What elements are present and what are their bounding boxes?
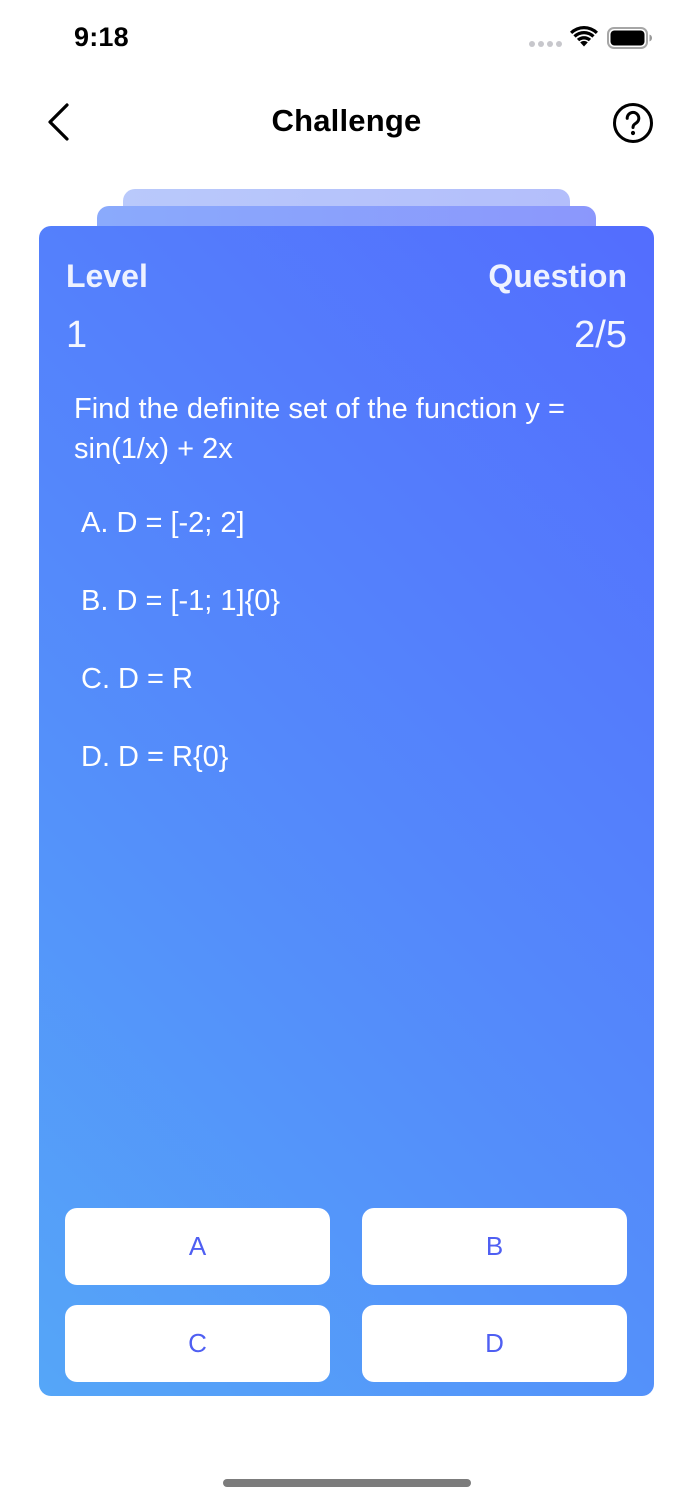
option-c: C. D = R [81,663,193,695]
battery-icon [607,27,652,49]
question-text: Find the definite set of the function y … [74,393,565,465]
options-list: A. D = [-2; 2] B. D = [-1; 1]{0} C. D = … [81,506,621,818]
option-a: A. D = [-2; 2] [81,507,245,539]
help-button[interactable] [612,102,654,144]
answer-a-button[interactable]: A [65,1208,330,1285]
level-label: Level [66,258,148,294]
option-b: B. D = [-1; 1]{0} [81,585,281,617]
question-card: Level 1 Question 2/5 Find the definite s… [39,226,654,1396]
status-bar: 9:18 [0,0,693,80]
question-progress: 2/5 [574,314,627,356]
answer-c-button[interactable]: C [65,1305,330,1382]
cellular-signal-icon [529,41,563,49]
answer-b-button[interactable]: B [362,1208,627,1285]
question-circle-icon [613,103,653,143]
page-title: Challenge [271,103,422,138]
wifi-icon [570,26,598,47]
home-indicator[interactable] [223,1479,471,1487]
answer-d-button[interactable]: D [362,1305,627,1382]
status-time: 9:18 [74,22,129,52]
option-d: D. D = R{0} [81,741,229,773]
level-value: 1 [66,314,88,356]
question-label: Question [488,258,627,294]
